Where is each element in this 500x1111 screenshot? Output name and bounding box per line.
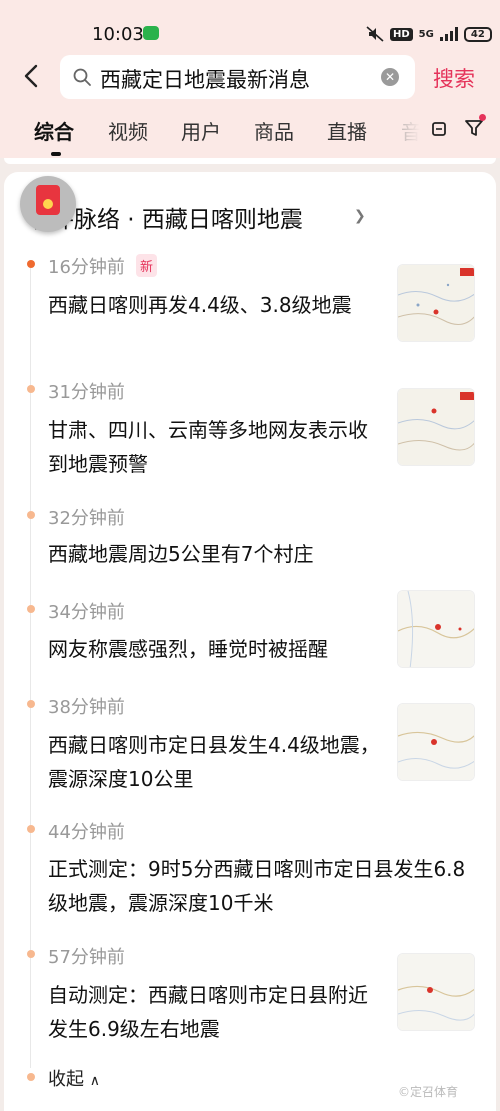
- timeline-dot: [27, 1073, 35, 1081]
- new-badge: 新: [136, 254, 158, 277]
- timeline-dot: [27, 511, 35, 519]
- tab-all[interactable]: 综合: [34, 116, 74, 145]
- tab-live[interactable]: 直播: [327, 116, 367, 145]
- item-time: 34分钟前: [48, 602, 125, 623]
- map-thumbnail[interactable]: [397, 590, 475, 668]
- mute-icon: [366, 26, 384, 42]
- item-time: 31分钟前: [48, 382, 125, 403]
- timeline-dot: [27, 700, 35, 708]
- tab-products[interactable]: 商品: [254, 116, 294, 145]
- timeline-item-text[interactable]: 西藏地震周边5公里有7个村庄: [48, 537, 383, 571]
- timeline-dot: [27, 825, 35, 833]
- timeline-dot: [27, 605, 35, 613]
- network-type: 5G: [418, 28, 434, 40]
- tab-users[interactable]: 用户: [181, 116, 221, 145]
- signal-icon: [439, 27, 458, 41]
- clear-icon[interactable]: ✕: [381, 68, 399, 86]
- filter-icon[interactable]: [464, 118, 484, 138]
- chevron-up-icon: ∧: [89, 1073, 100, 1089]
- item-time: 32分钟前: [48, 508, 125, 529]
- hd-badge: HD: [390, 27, 413, 41]
- timeline-item-text[interactable]: 甘肃、四川、云南等多地网友表示收到地震预警: [48, 413, 383, 481]
- map-thumbnail[interactable]: [397, 264, 475, 342]
- battery-icon: 42: [463, 26, 492, 42]
- map-thumbnail[interactable]: [397, 388, 475, 466]
- back-arrow-icon[interactable]: [18, 62, 46, 90]
- red-packet-icon[interactable]: [20, 176, 76, 232]
- search-icon: [73, 68, 91, 86]
- timeline-item-text[interactable]: 西藏日喀则再发4.4级、3.8级地震: [48, 288, 383, 322]
- item-time: 38分钟前: [48, 697, 125, 718]
- item-time: 57分钟前: [48, 947, 125, 968]
- tab-video[interactable]: 视频: [108, 116, 148, 145]
- search-query[interactable]: 西藏定日地震最新消息: [100, 64, 310, 94]
- item-time: 44分钟前: [48, 822, 125, 843]
- filter-notification-dot: [479, 114, 486, 121]
- collapse-button[interactable]: 收起 ∧: [48, 1065, 100, 1091]
- active-tab-indicator: [51, 152, 61, 156]
- timeline-item-text[interactable]: 西藏日喀则市定日县发生4.4级地震，震源深度10公里: [48, 728, 383, 796]
- chevron-right-icon[interactable]: ❯: [354, 208, 366, 224]
- previous-card-edge: [4, 158, 496, 164]
- timeline-item-text[interactable]: 自动测定：西藏日喀则市定日县附近发生6.9级左右地震: [48, 978, 383, 1046]
- tab-fade: [380, 100, 430, 158]
- collapse-label: 收起: [48, 1069, 84, 1090]
- timeline-item-text[interactable]: 网友称震感强烈，睡觉时被摇醒: [48, 632, 383, 666]
- timeline-dot: [27, 260, 35, 268]
- search-header: 西藏定日地震最新消息 ✕ 搜索: [0, 52, 500, 100]
- item-time: 16分钟前: [48, 257, 125, 278]
- watermark: ©定召体育: [398, 1085, 459, 1099]
- map-thumbnail[interactable]: [397, 953, 475, 1031]
- timeline-dot: [27, 385, 35, 393]
- timeline-item-text[interactable]: 正式测定：9时5分西藏日喀则市定日县发生6.8级地震，震源深度10千米: [48, 852, 468, 920]
- wechat-notification-icon: [143, 26, 159, 40]
- map-thumbnail[interactable]: [397, 703, 475, 781]
- status-bar: 10:03 HD 5G 42: [0, 0, 500, 52]
- tab-bar: 综合 视频 用户 商品 直播 音: [0, 100, 500, 158]
- search-input[interactable]: 西藏定日地震最新消息 ✕: [60, 55, 415, 99]
- tab-expand-icon[interactable]: [431, 120, 447, 138]
- search-button[interactable]: 搜索: [433, 63, 475, 93]
- coin: [43, 199, 53, 209]
- status-time: 10:03: [92, 24, 144, 45]
- timeline-dot: [27, 950, 35, 958]
- status-icons: HD 5G 42: [366, 25, 492, 43]
